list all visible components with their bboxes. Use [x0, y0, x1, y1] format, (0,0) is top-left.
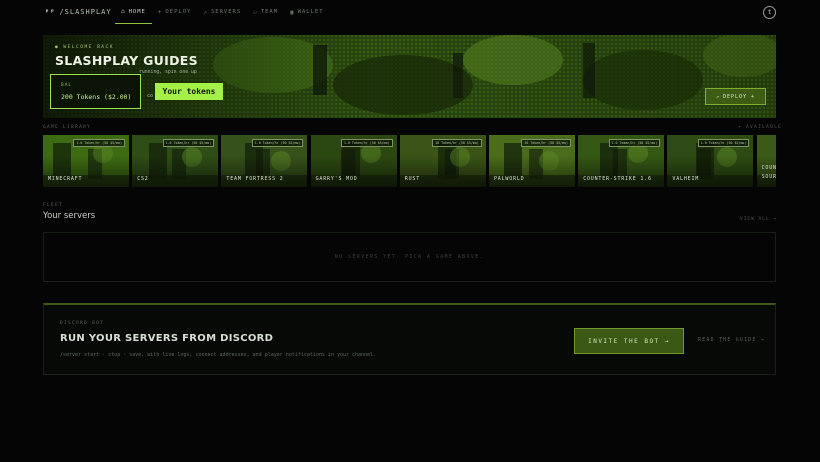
nav-wallet-label: WALLET: [297, 9, 324, 15]
tokens-tooltip: Your tokens: [155, 83, 223, 100]
nav-deploy[interactable]: + DEPLOY: [152, 0, 198, 24]
game-card[interactable]: 10 Token/hr (50 $5/mo) RUST: [399, 135, 486, 187]
nav-servers-label: SERVERS: [211, 9, 242, 15]
game-card[interactable]: 1.0 Token/hr (50 $5/mo) VALHEIM: [667, 135, 754, 187]
servers-title: Your servers: [43, 211, 96, 221]
rocket-icon: ⇗: [203, 8, 208, 16]
game-price-badge: 20 Token/hr (50 $5/mo): [521, 139, 571, 147]
library-label: GAME LIBRARY: [43, 125, 92, 130]
nav-team[interactable]: ⚇ TEAM: [247, 0, 284, 24]
nav-team-label: TEAM: [260, 9, 279, 15]
nav-deploy-label: DEPLOY: [165, 9, 192, 15]
game-name: GARRY'S MOD: [315, 176, 358, 182]
read-guide-link[interactable]: READ THE GUIDE →: [698, 338, 765, 343]
hero-banner: ● WELCOME BACK SLASHPLAY GUIDES running,…: [43, 35, 776, 118]
game-card[interactable]: 20 Token/hr (50 $5/mo) PALWORLD: [489, 135, 575, 187]
top-bar: ᵖᵖ /SLASHPLAY ⌂ HOME + DEPLOY ⇗ SERVERS …: [0, 0, 820, 26]
game-name: CS2: [137, 176, 149, 182]
game-card[interactable]: 1.0COUN SOUR: [756, 135, 776, 187]
hero-gradient-overlay: [43, 35, 776, 118]
game-card[interactable]: 1.0 Token/hr (50 $5/mo) TEAM FORTRESS 2: [221, 135, 308, 187]
game-card[interactable]: 1.0 Token/hr (50 $5/mo) GARRY'S MOD: [310, 135, 397, 187]
game-card[interactable]: 1.0 Token/hr (50 $5/mo) MINECRAFT: [43, 135, 129, 187]
brand-logo[interactable]: ᵖᵖ /SLASHPLAY: [45, 8, 112, 16]
hero-deploy-label: DEPLOY +: [722, 93, 756, 100]
wallet-icon: ▣: [290, 8, 295, 16]
brand-name: /SLASHPLAY: [59, 8, 112, 16]
nav-home-label: HOME: [128, 8, 146, 15]
game-name: MINECRAFT: [48, 176, 83, 182]
token-balance-value: 200 Tokens ($2.00): [61, 93, 132, 101]
main-nav: ⌂ HOME + DEPLOY ⇗ SERVERS ⚇ TEAM ▣ WALLE…: [115, 0, 330, 26]
game-name: RUST: [404, 176, 421, 182]
game-card[interactable]: 1.0 Token/hr (50 $5/mo) CS2: [132, 135, 219, 187]
game-name: TEAM FORTRESS 2: [226, 176, 284, 182]
discord-title: RUN YOUR SERVERS FROM DISCORD: [60, 333, 274, 344]
hero-subtitle: running, spin one up: [139, 70, 197, 75]
game-name: COUN SOUR: [761, 165, 776, 180]
game-price-badge: 10 Token/hr (50 $5/mo): [432, 139, 482, 147]
game-price-badge: 1.0 Token/hr (50 $5/mo): [73, 139, 125, 147]
game-name: PALWORLD: [494, 176, 525, 182]
game-library: 1.0 Token/hr (50 $5/mo) MINECRAFT 1.0 Toke…: [43, 135, 776, 187]
hero-deploy-button[interactable]: ⇗ DEPLOY +: [705, 88, 766, 105]
game-name: VALHEIM: [672, 176, 700, 182]
token-balance-card[interactable]: BAL 200 Tokens ($2.00): [50, 74, 141, 109]
invite-bot-button[interactable]: INVITE THE BOT →: [574, 328, 684, 354]
game-price-badge: 1.0 Token/hr (50 $5/mo): [251, 139, 304, 147]
team-icon: ⚇: [253, 8, 258, 16]
game-name: COUNTER-STRIKE 1.6: [583, 176, 652, 182]
token-balance-label: BAL: [61, 83, 73, 88]
game-price-badge: 1.0 Token/hr (50 $5/mo): [608, 139, 661, 147]
servers-empty-state: NO SERVERS YET. PICK A GAME ABOVE.: [43, 232, 776, 282]
nav-wallet[interactable]: ▣ WALLET: [284, 0, 330, 24]
discord-description: /server start · stop · save, with live l…: [60, 352, 377, 358]
user-avatar-button[interactable]: t: [763, 6, 776, 19]
view-all-servers-link[interactable]: VIEW ALL →: [740, 217, 777, 222]
home-icon: ⌂: [121, 8, 126, 15]
nav-servers[interactable]: ⇗ SERVERS: [197, 0, 247, 24]
game-card[interactable]: 1.0 Token/hr (50 $5/mo) COUNTER-STRIKE 1.…: [578, 135, 665, 187]
discord-kicker: DISCORD BOT: [60, 321, 105, 326]
game-price-badge: 1.0 Token/hr (50 $5/mo): [697, 139, 750, 147]
fleet-label: FLEET: [43, 203, 64, 208]
nav-home[interactable]: ⌂ HOME: [115, 0, 152, 24]
token-adjacent-text: co: [147, 93, 154, 99]
library-available: + AVAILABLE: [738, 125, 783, 130]
hero-kicker: ● WELCOME BACK: [55, 45, 114, 50]
discord-bot-panel: DISCORD BOT RUN YOUR SERVERS FROM DISCOR…: [43, 303, 776, 375]
rocket-icon: ⇗: [715, 93, 720, 100]
game-price-badge: 1.0 Token/hr (50 $5/mo): [340, 139, 393, 147]
game-price-badge: 1.0 Token/hr (50 $5/mo): [162, 139, 215, 147]
plus-icon: +: [157, 8, 163, 16]
brand-mark: ᵖᵖ: [45, 8, 56, 16]
hero-title: SLASHPLAY GUIDES: [55, 53, 198, 68]
